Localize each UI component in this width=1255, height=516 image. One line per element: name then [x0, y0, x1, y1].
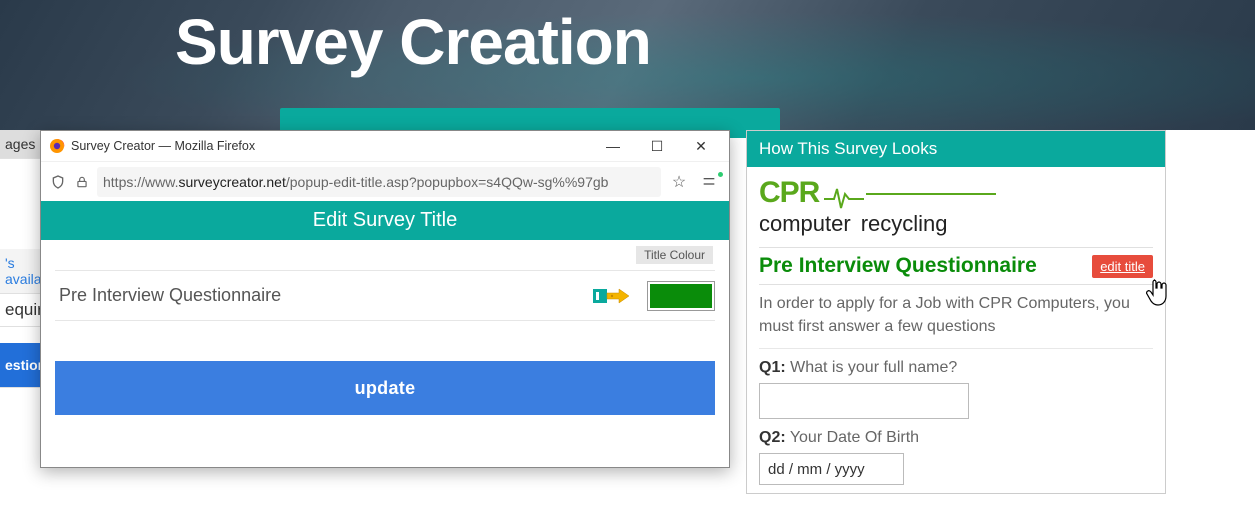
question-1-label: Q1: What is your full name? — [759, 349, 1153, 383]
survey-title-text: Pre Interview Questionnaire — [759, 254, 1037, 278]
heartbeat-icon — [824, 186, 864, 217]
minimize-button[interactable]: — — [591, 132, 635, 160]
bookmark-star-icon[interactable]: ☆ — [667, 172, 691, 192]
close-button[interactable]: ✕ — [679, 132, 723, 160]
maximize-button[interactable]: ☐ — [635, 132, 679, 160]
lock-icon[interactable] — [73, 173, 91, 191]
window-titlebar: Survey Creator — Mozilla Firefox — ☐ ✕ — [41, 131, 729, 161]
question-2-date-input[interactable] — [759, 453, 904, 485]
address-bar: https://www.surveycreator.net/popup-edit… — [41, 161, 729, 201]
firefox-icon — [49, 138, 65, 154]
edit-body: Title Colour update — [41, 240, 729, 467]
hero-banner: Survey Creation — [0, 0, 1255, 130]
shield-icon[interactable] — [49, 173, 67, 191]
update-button[interactable]: update — [55, 361, 715, 415]
page-title: Survey Creation — [175, 5, 651, 79]
survey-title-input[interactable] — [55, 279, 585, 312]
title-row — [55, 270, 715, 321]
url-input[interactable]: https://www.surveycreator.net/popup-edit… — [97, 167, 661, 197]
company-logo: CPR computerrecycling — [759, 177, 1153, 243]
title-colour-label: Title Colour — [636, 246, 713, 264]
url-path: /popup-edit-title.asp?popupbox=s4QQw-sg%… — [286, 174, 609, 190]
logo-cpr: CPR — [759, 176, 819, 209]
edit-title-button[interactable]: edit title — [1092, 255, 1153, 278]
logo-subtitle: computerrecycling — [759, 211, 1153, 237]
menu-icon[interactable] — [697, 174, 721, 190]
survey-intro: In order to apply for a Job with CPR Com… — [759, 285, 1153, 349]
question-1-input[interactable] — [759, 383, 969, 419]
title-colour-swatch[interactable] — [647, 281, 715, 311]
popup-window: Survey Creator — Mozilla Firefox — ☐ ✕ h… — [40, 130, 730, 468]
logo-line — [866, 193, 996, 195]
survey-title-row: Pre Interview Questionnaire edit title — [759, 247, 1153, 285]
preview-header: How This Survey Looks — [747, 131, 1165, 167]
url-prefix: https://www. — [103, 174, 178, 190]
window-title: Survey Creator — Mozilla Firefox — [71, 139, 255, 153]
popup-header: Edit Survey Title — [41, 201, 729, 240]
preview-panel: How This Survey Looks CPR computerrecycl… — [746, 130, 1166, 494]
url-host: surveycreator.net — [178, 174, 285, 190]
question-2-label: Q2: Your Date Of Birth — [759, 419, 1153, 453]
pointing-hand-icon — [593, 281, 639, 311]
